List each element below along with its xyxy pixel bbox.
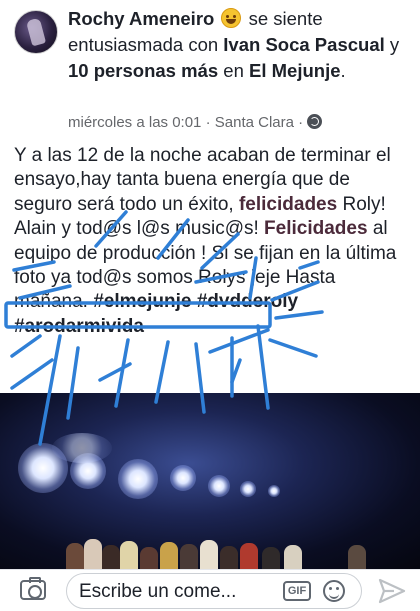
scribble-stroke <box>268 338 318 358</box>
others-link[interactable]: 10 personas más <box>68 60 218 81</box>
comment-input[interactable]: Escribe un come... GIF <box>66 573 362 609</box>
location-link[interactable]: El Mejunje <box>249 60 341 81</box>
scribble-stroke <box>230 358 242 384</box>
scribble-stroke <box>10 358 54 390</box>
meta-separator-2: · <box>298 114 304 131</box>
stage-light <box>52 433 112 463</box>
gif-icon[interactable]: GIF <box>283 581 311 601</box>
author-name[interactable]: Rochy Ameneiro <box>68 8 214 29</box>
person <box>160 542 178 569</box>
post-header: Rochy Ameneiro se siente entusiasmada co… <box>10 4 410 134</box>
comment-composer: Escribe un come... GIF <box>0 569 420 611</box>
post-headline: Rochy Ameneiro se siente entusiasmada co… <box>68 6 404 84</box>
conjunction: y <box>389 34 400 55</box>
place[interactable]: Santa Clara <box>215 114 294 131</box>
person <box>84 539 102 569</box>
scribble-stroke <box>98 362 132 382</box>
stage-light <box>208 475 230 497</box>
timestamp[interactable]: miércoles a las 0:01 <box>68 114 201 131</box>
person <box>66 543 84 569</box>
person <box>262 547 280 569</box>
person <box>220 546 238 569</box>
person <box>348 545 366 569</box>
crowd <box>0 529 420 569</box>
stage-light <box>118 459 158 499</box>
felicidades-link-1[interactable]: felicidades <box>239 194 337 215</box>
person <box>140 547 158 569</box>
smiley-emoji-icon <box>221 8 242 28</box>
globe-icon[interactable] <box>307 114 323 129</box>
sticker-icon[interactable] <box>323 580 345 602</box>
stage-light <box>170 465 196 491</box>
camera-icon[interactable] <box>20 577 46 600</box>
person <box>120 541 138 569</box>
post-body: Y a las 12 de la noche acaban de termina… <box>14 144 412 339</box>
person <box>240 543 258 569</box>
felicidades-link-2[interactable]: Felicidades <box>264 218 368 239</box>
person <box>200 540 218 569</box>
location-prefix: en <box>223 60 244 81</box>
comment-placeholder: Escribe un come... <box>79 581 237 602</box>
stage-light <box>240 481 256 497</box>
hashtag-dvdderoly[interactable]: #dvdderoly <box>197 291 298 312</box>
person <box>180 544 198 569</box>
meta-separator: · <box>205 114 211 131</box>
hashtag-arodarmivida[interactable]: #arodarmivida <box>14 316 144 337</box>
hashtag-elmejunje[interactable]: #elmejunje <box>93 291 191 312</box>
stage-light <box>268 485 280 497</box>
person <box>102 545 120 569</box>
post-meta: miércoles a las 0:01 · Santa Clara · <box>68 114 323 131</box>
tagged-person[interactable]: Ivan Soca Pascual <box>223 34 384 55</box>
person <box>284 545 302 569</box>
post-photo[interactable] <box>0 393 420 569</box>
headline-period: . <box>340 60 346 81</box>
avatar[interactable] <box>14 10 58 54</box>
send-icon[interactable] <box>378 578 406 604</box>
gif-label: GIF <box>287 585 307 597</box>
